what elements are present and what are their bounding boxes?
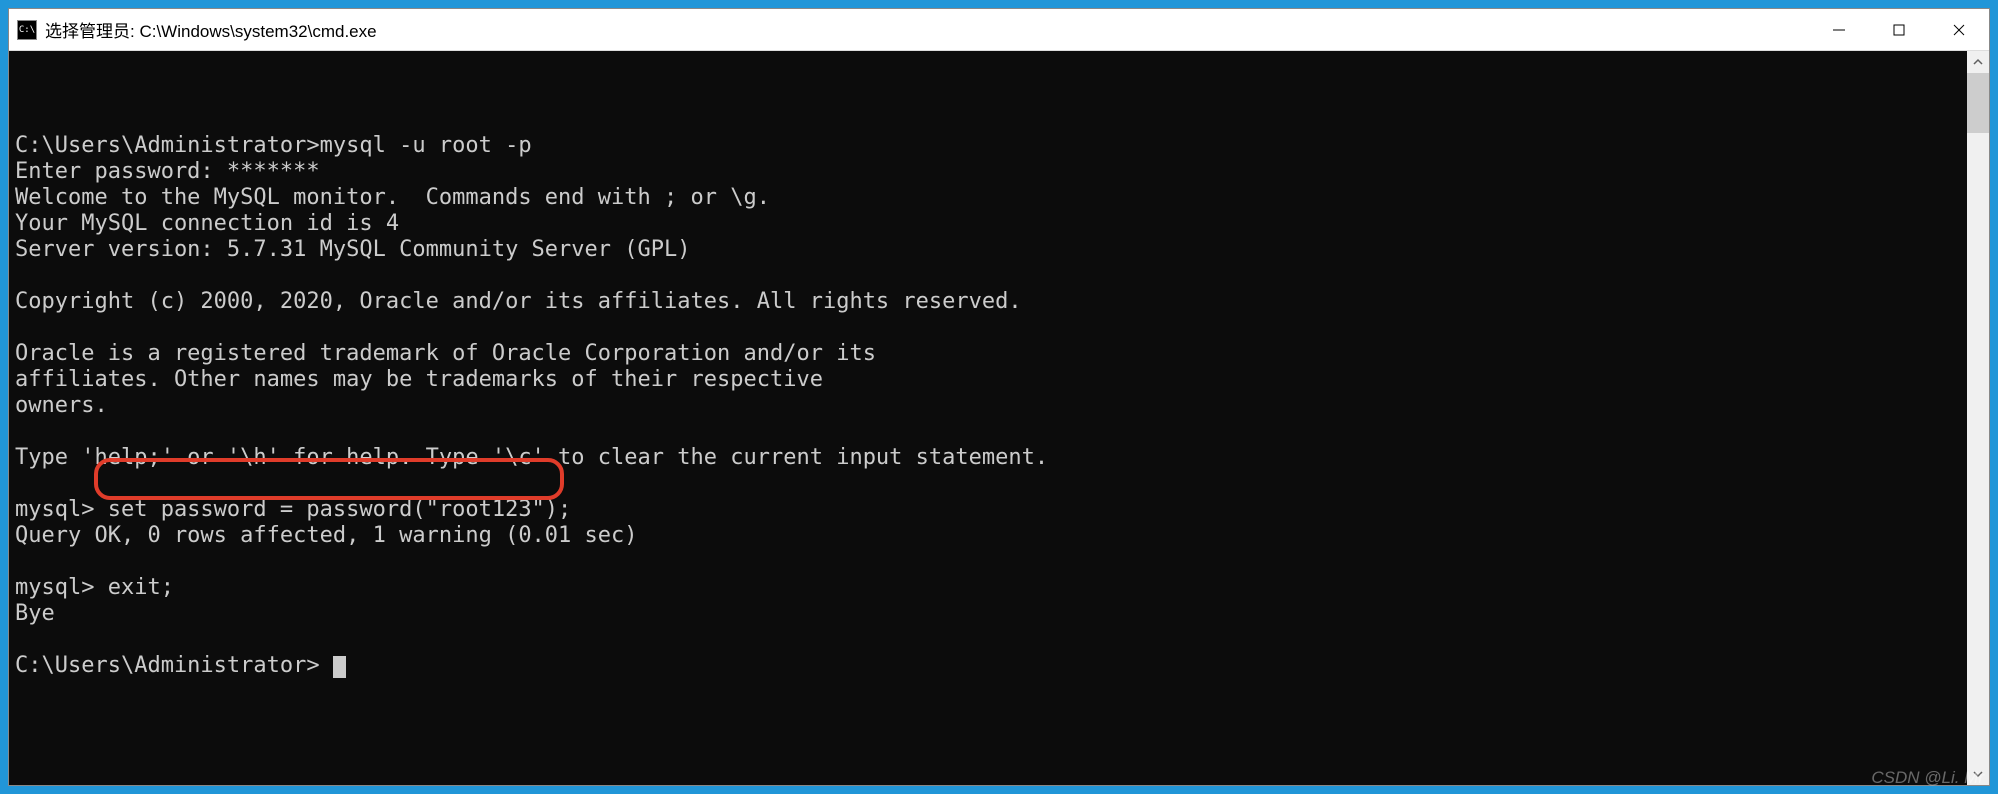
window-title: 选择管理员: C:\Windows\system32\cmd.exe — [45, 17, 1809, 42]
scroll-track[interactable] — [1967, 73, 1989, 763]
minimize-button[interactable] — [1809, 9, 1869, 50]
terminal-line: Welcome to the MySQL monitor. Commands e… — [15, 185, 1961, 211]
cmd-icon: C:\ — [17, 20, 37, 40]
terminal-line: C:\Users\Administrator>mysql -u root -p — [15, 133, 1961, 159]
terminal-line — [15, 315, 1961, 341]
terminal-line: affiliates. Other names may be trademark… — [15, 367, 1961, 393]
terminal-line — [15, 263, 1961, 289]
window-controls — [1809, 9, 1989, 50]
cursor — [333, 656, 346, 678]
terminal-line: Oracle is a registered trademark of Orac… — [15, 341, 1961, 367]
close-button[interactable] — [1929, 9, 1989, 50]
scroll-thumb[interactable] — [1967, 73, 1989, 133]
terminal-line — [15, 627, 1961, 653]
watermark: CSDN @Li. Mr — [1871, 768, 1984, 788]
terminal-line: mysql> exit; — [15, 575, 1961, 601]
chevron-up-icon — [1973, 57, 1983, 67]
close-icon — [1952, 23, 1966, 37]
terminal-line — [15, 471, 1961, 497]
terminal-output[interactable]: C:\Users\Administrator>mysql -u root -pE… — [9, 51, 1967, 785]
terminal-line: Copyright (c) 2000, 2020, Oracle and/or … — [15, 289, 1961, 315]
vertical-scrollbar[interactable] — [1967, 51, 1989, 785]
terminal-area: C:\Users\Administrator>mysql -u root -pE… — [9, 51, 1989, 785]
terminal-line: Bye — [15, 601, 1961, 627]
maximize-button[interactable] — [1869, 9, 1929, 50]
terminal-line: mysql> set password = password("root123"… — [15, 497, 1961, 523]
maximize-icon — [1892, 23, 1906, 37]
terminal-line — [15, 419, 1961, 445]
terminal-line: Type 'help;' or '\h' for help. Type '\c'… — [15, 445, 1961, 471]
cmd-window: C:\ 选择管理员: C:\Windows\system32\cmd.exe C… — [8, 8, 1990, 786]
minimize-icon — [1832, 23, 1846, 37]
terminal-line: Your MySQL connection id is 4 — [15, 211, 1961, 237]
terminal-line: Enter password: ******* — [15, 159, 1961, 185]
terminal-line: Query OK, 0 rows affected, 1 warning (0.… — [15, 523, 1961, 549]
titlebar[interactable]: C:\ 选择管理员: C:\Windows\system32\cmd.exe — [9, 9, 1989, 51]
terminal-line — [15, 549, 1961, 575]
terminal-line: C:\Users\Administrator> — [15, 653, 1961, 679]
terminal-line: owners. — [15, 393, 1961, 419]
terminal-line: Server version: 5.7.31 MySQL Community S… — [15, 237, 1961, 263]
scroll-up-button[interactable] — [1967, 51, 1989, 73]
